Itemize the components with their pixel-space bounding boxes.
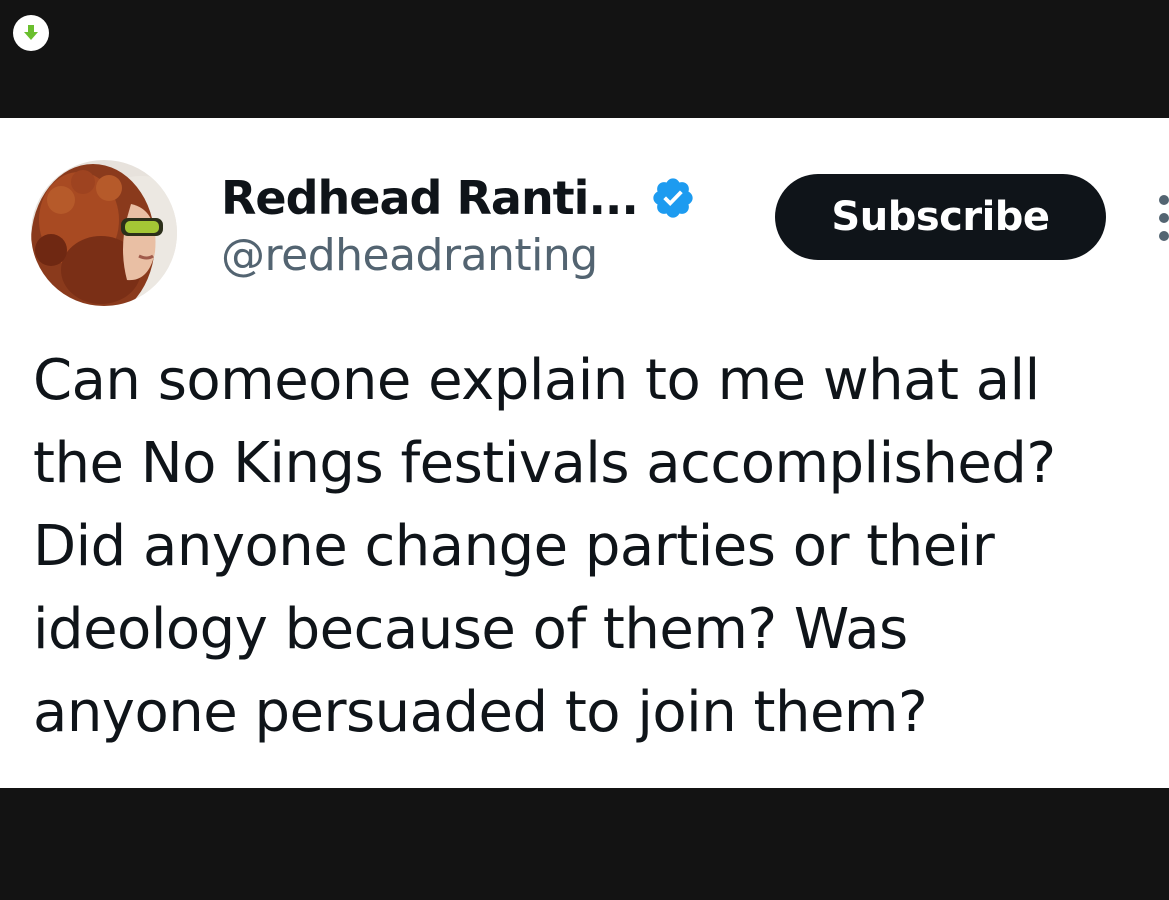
author-handle[interactable]: @redheadranting bbox=[221, 230, 598, 281]
tweet-text-line: Did anyone change parties or their bbox=[33, 514, 995, 579]
tweet-text-line: the No Kings festivals accomplished? bbox=[33, 431, 1056, 496]
tweet-card: Redhead Ranti... @redheadranting Subscri… bbox=[0, 118, 1169, 788]
avatar[interactable] bbox=[31, 160, 177, 306]
tweet-text: Can someone explain to me what all the N… bbox=[33, 339, 1163, 754]
author-row[interactable]: Redhead Ranti... bbox=[221, 170, 696, 226]
tweet-text-line: anyone persuaded to join them? bbox=[33, 680, 928, 745]
tweet-text-line: Can someone explain to me what all bbox=[33, 348, 1040, 413]
download-arrow-icon bbox=[24, 25, 38, 40]
subscribe-button[interactable]: Subscribe bbox=[775, 174, 1106, 260]
more-options-icon[interactable] bbox=[1152, 188, 1169, 248]
download-button[interactable] bbox=[13, 15, 49, 51]
author-display-name[interactable]: Redhead Ranti... bbox=[221, 171, 639, 225]
tweet-text-line: ideology because of them? Was bbox=[33, 597, 908, 662]
verified-badge-icon bbox=[650, 175, 696, 221]
avatar-image bbox=[31, 160, 177, 306]
